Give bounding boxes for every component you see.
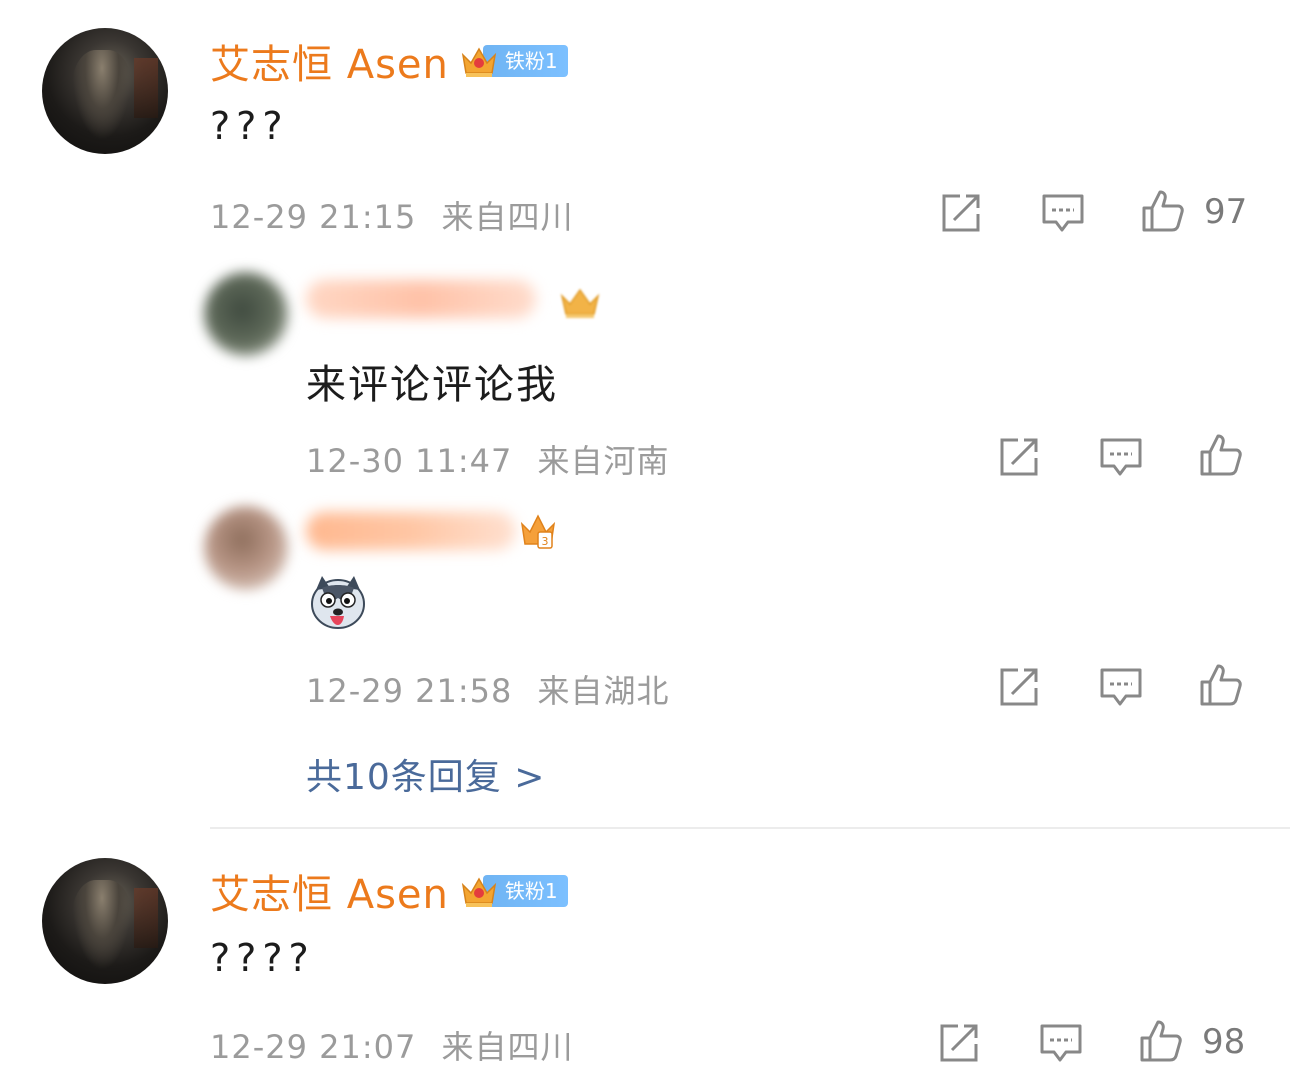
crown-icon bbox=[560, 288, 600, 318]
reply-date: 12-30 11:47 bbox=[306, 442, 513, 480]
reply-icon[interactable] bbox=[1038, 1020, 1084, 1066]
reply-date: 12-29 21:58 bbox=[306, 672, 513, 710]
husky-emoji bbox=[308, 574, 368, 630]
reply-meta: 12-29 21:58 来自湖北 bbox=[306, 666, 670, 712]
reply-location: 来自湖北 bbox=[537, 672, 670, 710]
comment-header: 艾志恒 Asen 铁粉1 bbox=[210, 862, 568, 920]
fan-badge[interactable]: 铁粉1 bbox=[459, 39, 568, 83]
comment-location: 来自四川 bbox=[441, 1028, 574, 1066]
share-icon[interactable] bbox=[996, 434, 1042, 480]
like-count: 98 bbox=[1202, 1022, 1246, 1062]
comment-text: ??? bbox=[210, 104, 289, 148]
share-icon[interactable] bbox=[938, 190, 984, 236]
crown-icon bbox=[461, 47, 497, 77]
like-count: 97 bbox=[1204, 192, 1248, 232]
svg-text:3: 3 bbox=[542, 535, 549, 548]
reply-text: 来评论评论我 bbox=[306, 362, 558, 408]
crown-icon: 3 bbox=[520, 514, 556, 549]
divider bbox=[210, 827, 1290, 829]
reply-username[interactable] bbox=[306, 280, 536, 318]
reply-avatar[interactable] bbox=[204, 506, 288, 590]
reply-avatar[interactable] bbox=[204, 272, 288, 356]
crown-icon bbox=[461, 877, 497, 907]
like-icon[interactable] bbox=[1198, 662, 1244, 708]
comment-location: 来自四川 bbox=[441, 198, 574, 236]
like-icon[interactable] bbox=[1198, 432, 1244, 478]
avatar[interactable] bbox=[42, 28, 168, 154]
username[interactable]: 艾志恒 Asen bbox=[210, 32, 449, 90]
reply-location: 来自河南 bbox=[537, 442, 670, 480]
more-replies-link[interactable]: 共10条回复 > bbox=[306, 748, 545, 800]
comment-meta: 12-29 21:07 来自四川 bbox=[210, 1022, 574, 1068]
reply-icon[interactable] bbox=[1040, 190, 1086, 236]
reply-username[interactable] bbox=[306, 512, 516, 550]
comment-text: ???? bbox=[210, 936, 315, 980]
reply-icon[interactable] bbox=[1098, 664, 1144, 710]
like-icon[interactable] bbox=[1138, 1018, 1184, 1064]
comment-meta: 12-29 21:15 来自四川 bbox=[210, 192, 574, 238]
comment-header: 艾志恒 Asen 铁粉1 bbox=[210, 32, 568, 90]
reply-meta: 12-30 11:47 来自河南 bbox=[306, 436, 670, 482]
avatar[interactable] bbox=[42, 858, 168, 984]
username[interactable]: 艾志恒 Asen bbox=[210, 862, 449, 920]
comment-date: 12-29 21:15 bbox=[210, 198, 417, 236]
reply-icon[interactable] bbox=[1098, 434, 1144, 480]
like-icon[interactable] bbox=[1140, 188, 1186, 234]
comment-date: 12-29 21:07 bbox=[210, 1028, 417, 1066]
share-icon[interactable] bbox=[936, 1020, 982, 1066]
fan-badge[interactable]: 铁粉1 bbox=[459, 869, 568, 913]
share-icon[interactable] bbox=[996, 664, 1042, 710]
